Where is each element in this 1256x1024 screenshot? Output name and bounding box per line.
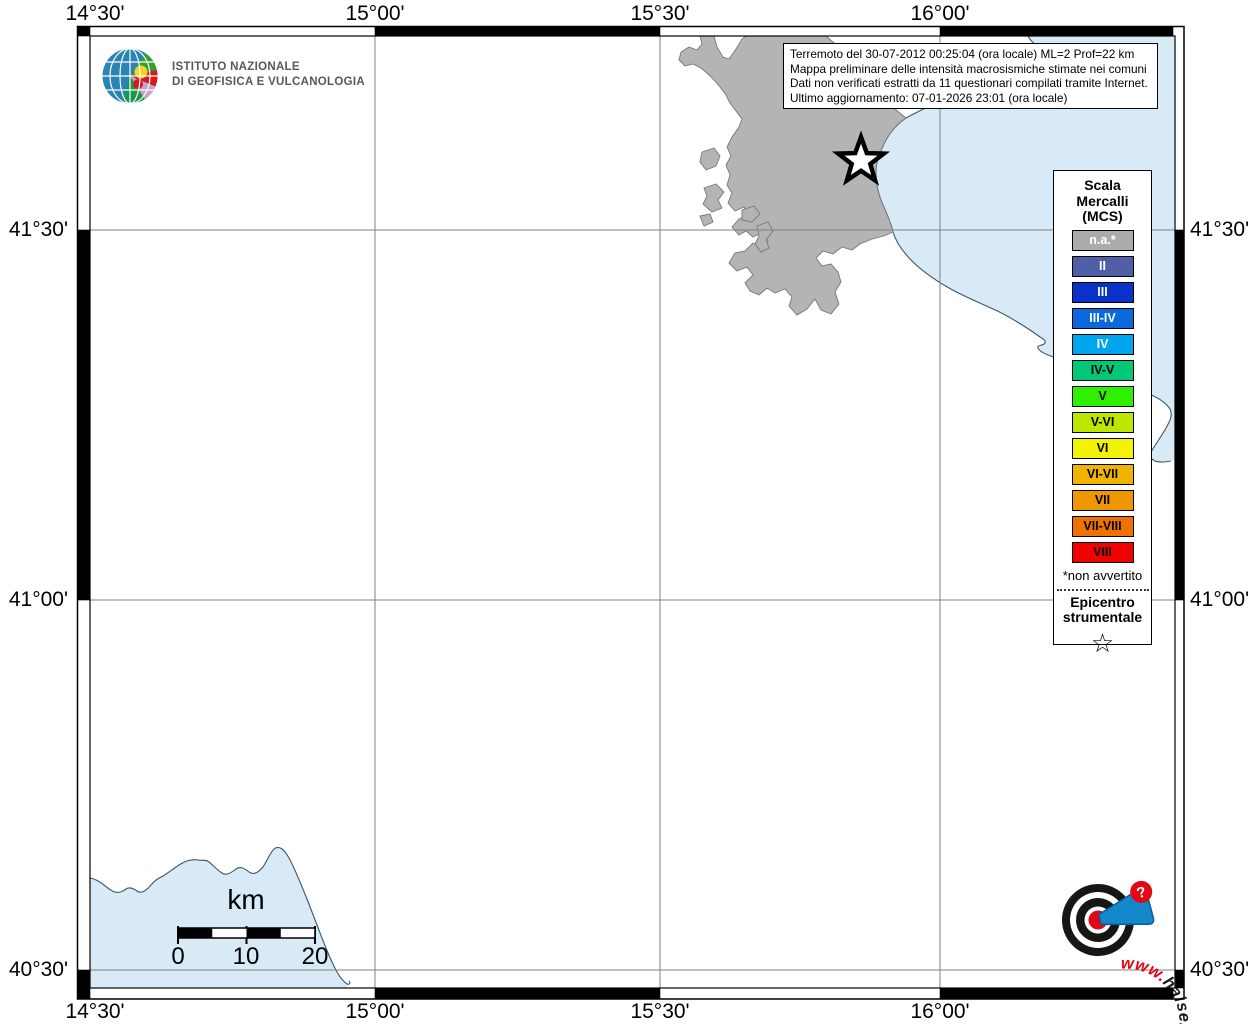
info-line-update: Ultimo aggiornamento: 07-01-2026 23:01 (…: [790, 90, 1068, 105]
epicenter-legend-title: Epicentro: [1070, 593, 1135, 610]
axis-label-top-1500: 15°00': [345, 2, 405, 25]
mcs-level-list: n.a.* II III III-IV IV IV-V V V-VI VI VI-VII VII VI…: [1054, 229, 1151, 563]
scalebar-tick-20: 20: [301, 943, 329, 970]
ingv-line1: ISTITUTO NAZIONALE: [172, 61, 300, 73]
macroseismic-map-page: ? www.haisentitoilterremoto.it: [0, 0, 1256, 1024]
legend-footnote: *non avvertito: [1062, 567, 1143, 583]
mcs-level-V-VI: V-VI: [1071, 411, 1134, 433]
info-line-data: Dati non verificati estratti da 11 quest…: [790, 76, 1148, 91]
legend-divider: [1056, 588, 1149, 591]
axis-label-bottom-1430: 14°30': [65, 1000, 125, 1023]
scalebar-unit-label: km: [227, 884, 265, 915]
mcs-level-VI-VII: VI-VII: [1071, 463, 1134, 485]
axis-label-bottom-1530: 15°30': [630, 1000, 690, 1023]
axis-label-left-4130: 41°30': [8, 218, 68, 241]
axis-label-right-4130: 41°30': [1190, 218, 1250, 241]
mcs-legend: Scala Mercalli (MCS) n.a.* II III III-IV IV I…: [1053, 170, 1152, 658]
axis-label-top-1430: 14°30': [65, 2, 125, 25]
axis-label-right-4030: 40°30': [1190, 958, 1250, 981]
axis-label-bottom-1500: 15°00': [345, 1000, 405, 1023]
ingv-line2: DI GEOFISICA E VULCANOLOGIA: [172, 75, 365, 88]
ingv-logo-text: ISTITUTO NAZIONALE DI GEOFISICA E VULCAN…: [172, 60, 365, 89]
mcs-level-V: V: [1071, 385, 1134, 407]
axis-label-bottom-1600: 16°00': [910, 1000, 970, 1023]
axis-label-top-1600: 16°00': [910, 2, 970, 25]
mcs-level-VI: VI: [1071, 437, 1134, 459]
legend-title: (MCS): [1082, 208, 1123, 224]
mcs-level-IV-V: IV-V: [1071, 359, 1134, 381]
axis-label-top-1530: 15°30': [630, 2, 690, 25]
mcs-level-III: III: [1071, 281, 1134, 303]
mcs-level-VII: VII: [1071, 489, 1134, 511]
axis-label-left-4030: 40°30': [8, 958, 68, 981]
scalebar-tick-0: 0: [171, 943, 185, 970]
info-line-event: Terremoto del 30-07-2012 00:25:04 (ora l…: [790, 47, 1135, 61]
axis-label-left-4100: 41°00': [8, 588, 68, 611]
axis-label-right-4100: 41°00': [1190, 588, 1250, 611]
mcs-level-n.a.*: n.a.*: [1071, 229, 1134, 251]
legend-title: Mercalli: [1076, 192, 1129, 209]
mcs-level-II: II: [1071, 255, 1134, 277]
legend-title: Scala: [1084, 177, 1121, 193]
mcs-level-III-IV: III-IV: [1071, 307, 1134, 329]
epicenter-legend-star-icon: ☆: [1090, 627, 1115, 658]
info-line-maptype: Mappa preliminare delle intensità macros…: [790, 61, 1147, 76]
mcs-level-VIII: VIII: [1071, 541, 1134, 563]
scalebar-tick-10: 10: [232, 943, 260, 970]
mcs-level-VII-VIII: VII-VIII: [1071, 515, 1134, 537]
epicenter-legend-title: strumentale: [1062, 608, 1143, 625]
mcs-level-IV: IV: [1071, 333, 1134, 355]
earthquake-info-box: Terremoto del 30-07-2012 00:25:04 (ora l…: [783, 43, 1158, 110]
